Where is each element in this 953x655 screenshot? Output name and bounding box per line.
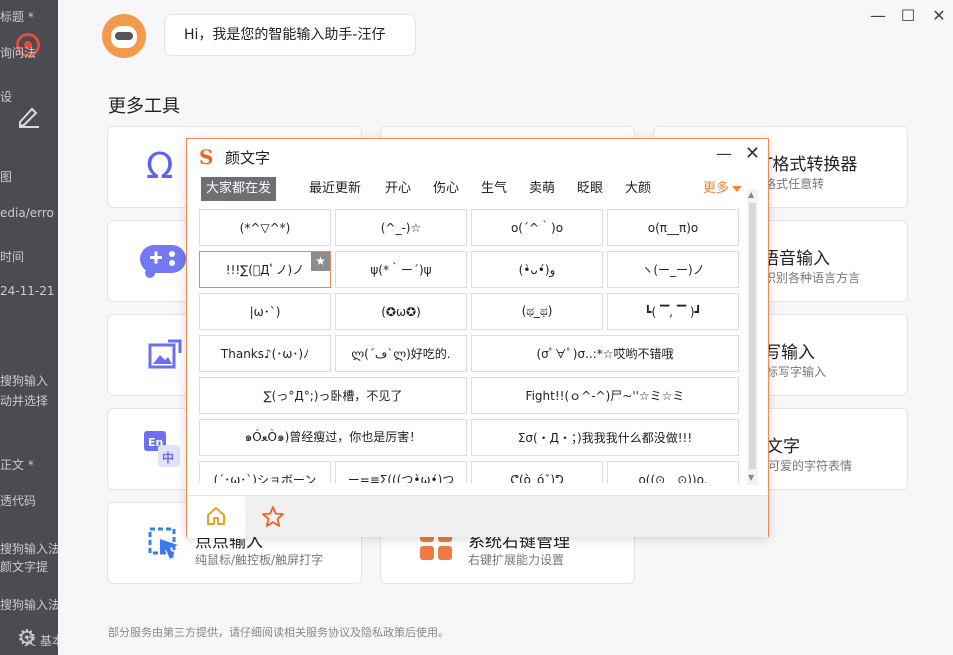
scroll-down-icon[interactable]: ▼ [748, 473, 754, 482]
pen-icon [16, 104, 42, 132]
emoticon-item[interactable]: (´･ω･`)ショボーン [199, 461, 331, 483]
more-dropdown[interactable]: 更多 [703, 177, 742, 201]
bg-text: 搜狗输入法 [0, 542, 58, 556]
assistant-greeting: Hi，我是您的智能输入助手-汪仔 [164, 14, 416, 56]
card-title: 写输入 [764, 343, 815, 363]
popup-bottom-bar [187, 495, 768, 538]
emoticon-item[interactable]: ψ(*｀ー´)ψ [335, 251, 467, 288]
emoticon-item[interactable]: (*^▽^*) [199, 209, 331, 246]
maximize-button[interactable]: ☐ [897, 6, 919, 25]
popup-close-button[interactable]: ✕ [745, 143, 760, 164]
background-window: 标题 * 询问法 设 图 edia/erro 时间 24-11-21 搜狗输入 … [0, 0, 58, 655]
tab-popular[interactable]: 大家都在发 [201, 177, 277, 201]
tab-sad[interactable]: 伤心 [428, 177, 464, 201]
card-subtitle: 格式任意转 [764, 177, 825, 191]
popup-title: 颜文字 [225, 149, 271, 167]
close-button[interactable]: ✕ [928, 6, 950, 25]
emoticon-item[interactable]: ᕦ(ò_óˇ)ᕤ [471, 461, 603, 483]
emoticon-item[interactable]: ┗( ▔, ▔ )┛ [607, 293, 739, 330]
bg-text: 搜狗输入 [0, 374, 49, 388]
gear-icon[interactable]: ⚙ [17, 626, 37, 651]
emoticon-item[interactable]: (✪ω✪) [335, 293, 467, 330]
bg-text: 标题 * [0, 10, 34, 24]
bg-text: 设 [0, 90, 13, 104]
svg-text:中: 中 [162, 450, 174, 465]
tab-cute[interactable]: 卖萌 [524, 177, 560, 201]
scroll-up-icon[interactable]: ▲ [748, 190, 754, 199]
card-subtitle: 纯鼠标/触控板/触屏打字 [195, 553, 324, 567]
emoticon-item[interactable]: o(π__π)o [607, 209, 739, 246]
bg-text: 颜文字提 [0, 560, 49, 574]
bg-text: 动并选择 [0, 394, 49, 408]
gamepad-icon [138, 239, 188, 290]
bg-text: edia/erro [0, 206, 54, 220]
section-title: 更多工具 [108, 96, 180, 117]
home-icon [207, 507, 225, 525]
emoticon-text: !!!∑(ﾟДﾟノ)ノ [225, 263, 305, 277]
sogou-logo-icon: S [199, 145, 214, 169]
emoticon-item[interactable]: ๑ÓﻌÒ๑)曾经瘦过，你也是厉害！ [199, 419, 467, 456]
emoticon-item[interactable]: (^_-)☆ [335, 209, 467, 246]
translate-icon: En 中 [144, 431, 184, 476]
more-label: 更多 [702, 181, 729, 196]
minimize-button[interactable]: — [867, 6, 889, 25]
emoticon-item[interactable]: Σσ(・Д・；)我我我什么都没做!!! [471, 419, 739, 456]
cursor-click-icon [148, 527, 182, 568]
card-title: 语音输入 [762, 249, 830, 269]
card-title: 文字 [766, 437, 800, 457]
scrollbar-thumb[interactable] [749, 203, 756, 469]
emoticon-item[interactable]: Fight!!(ｏ^-^)尸~''☆ミ☆ミ [471, 377, 739, 414]
footer-disclaimer: 部分服务由第三方提供，请仔细阅读相关服务协议及隐私政策后使用。 [108, 626, 449, 639]
caret-down-icon [732, 185, 742, 192]
emoticon-scrollbar[interactable]: ▲ ▼ [747, 189, 758, 485]
bg-text: 时间 [0, 250, 25, 264]
emoticon-item[interactable]: o((⊙﹏⊙))o. [607, 461, 739, 483]
emoticon-popup: S 颜文字 — ✕ 大家都在发 最近更新 开心 伤心 生气 卖萌 眨眼 大颜 更… [186, 138, 769, 538]
popup-header[interactable]: S 颜文字 — ✕ [187, 139, 768, 173]
emoticon-item[interactable]: ∑(っ°Д°;)っ卧槽，不见了 [199, 377, 467, 414]
bg-text: 搜狗输入法 [0, 598, 58, 612]
card-subtitle: 可爱的字符表情 [768, 459, 853, 473]
emoticon-item[interactable]: (ಥ_ಥ) [471, 293, 603, 330]
emoticon-item[interactable]: Thanks♪(･ω･)ﾉ [199, 335, 331, 372]
card-subtitle: 标写字输入 [766, 365, 827, 379]
tab-wink[interactable]: 眨眼 [572, 177, 608, 201]
favorites-tab[interactable] [249, 496, 299, 538]
image-edit-icon [146, 339, 182, 380]
bg-text: 图 [0, 170, 13, 184]
bg-text: 透代码 [0, 494, 37, 508]
emoticon-item[interactable]: o(´^｀)o [471, 209, 603, 246]
emoticon-item[interactable]: (•̀ᴗ•́)و [471, 251, 603, 288]
emoticon-item[interactable]: ー=≡Σ(((つ•̀ω•́)つ [335, 461, 467, 483]
home-tab[interactable] [187, 496, 245, 538]
tab-recent[interactable]: 最近更新 [304, 177, 366, 201]
omega-icon: Ω [146, 146, 174, 187]
tab-happy[interactable]: 开心 [380, 177, 416, 201]
card-title: T格式转换器 [762, 155, 858, 175]
tab-big-face[interactable]: 大颜 [620, 177, 656, 201]
assistant-avatar[interactable] [102, 14, 146, 58]
emoticon-item[interactable]: |ω･`) [199, 293, 331, 330]
emoticon-item[interactable]: ヽ(ー_ー)ノ [607, 251, 739, 288]
emoticon-item[interactable]: (σﾟ∀ﾟ)σ..:*☆哎哟不错哦 [471, 335, 739, 372]
emoticon-grid: (*^▽^*) (^_-)☆ o(´^｀)o o(π__π)o !!!∑(ﾟДﾟ… [199, 209, 741, 483]
bg-text: 24-11-21 [0, 284, 55, 298]
emoticon-item[interactable]: ლ(´ڡ`ლ)好吃的. [335, 335, 467, 372]
category-tabs: 大家都在发 最近更新 开心 伤心 生气 卖萌 眨眼 大颜 更多 [201, 177, 756, 201]
card-subtitle: 识别各种语言方言 [764, 271, 861, 285]
popup-minimize-button[interactable]: — [716, 144, 732, 163]
emoticon-item-selected[interactable]: !!!∑(ﾟДﾟノ)ノ ★ [199, 251, 331, 288]
star-outline-icon [262, 506, 284, 527]
tab-angry[interactable]: 生气 [476, 177, 512, 201]
bg-text: 正文 * [0, 458, 34, 472]
card-subtitle: 右键扩展能力设置 [468, 553, 565, 567]
favorite-star-icon[interactable]: ★ [311, 252, 330, 271]
bg-text: 询问法 [0, 46, 37, 60]
